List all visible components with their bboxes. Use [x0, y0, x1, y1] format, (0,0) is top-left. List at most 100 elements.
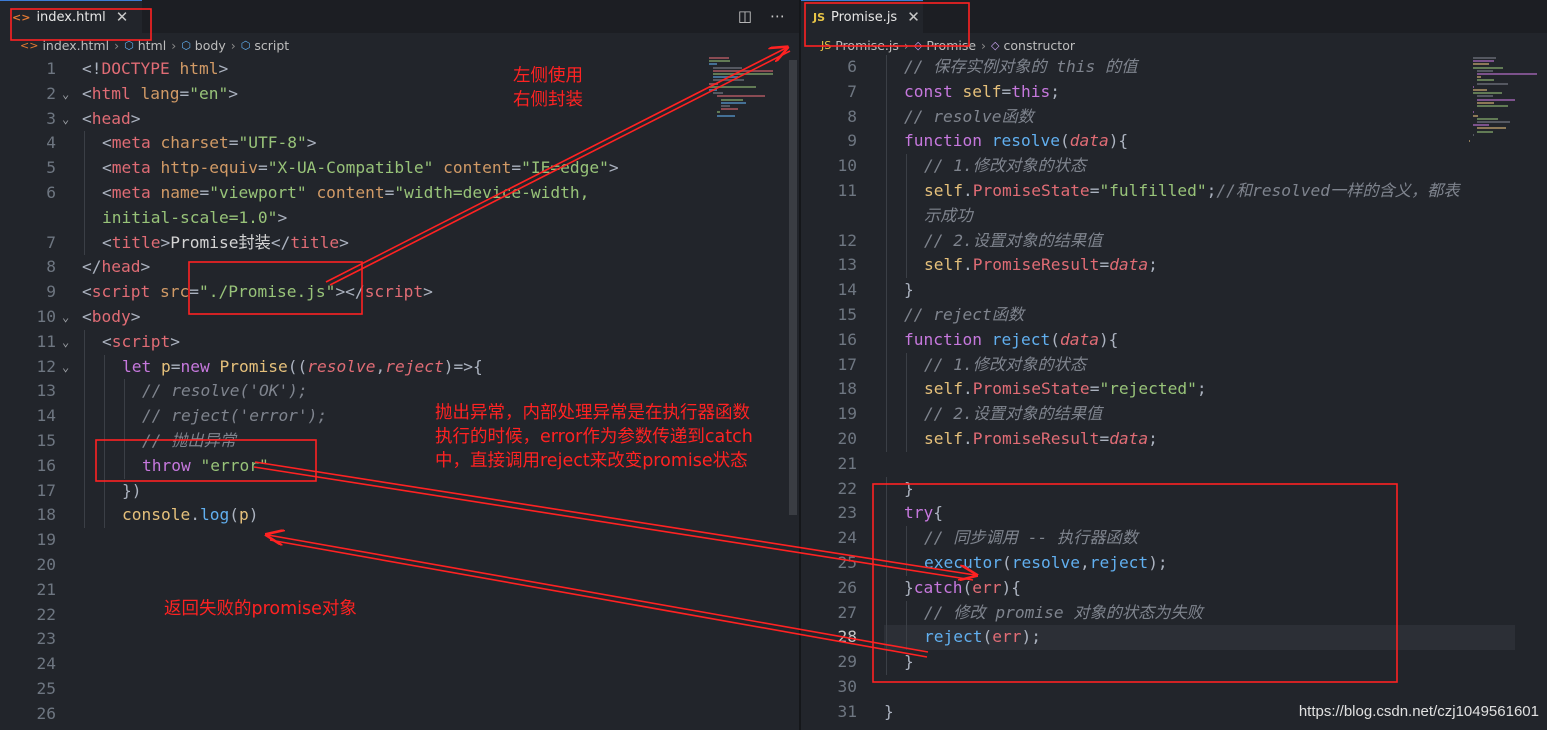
line-number: 11: [36, 331, 57, 351]
fold-chevron-icon[interactable]: ⌄: [62, 330, 69, 355]
scrollbar-left[interactable]: [789, 60, 797, 515]
line-number: 19: [837, 404, 858, 424]
code-token: resolve: [307, 356, 376, 376]
breadcrumb-item[interactable]: html: [138, 38, 166, 53]
more-actions-icon[interactable]: ⋯: [770, 7, 785, 25]
code-token: // reject函数: [904, 305, 1025, 324]
breadcrumb-item[interactable]: Promise: [926, 38, 976, 53]
code-line[interactable]: 28 reject(err);: [801, 625, 1547, 651]
code-line[interactable]: 18 self.PromiseState="rejected";: [801, 377, 1547, 403]
code-line[interactable]: 21: [801, 452, 1547, 477]
code-line[interactable]: 6 // 保存实例对象的 this 的值: [801, 55, 1547, 80]
code-line[interactable]: 19: [0, 528, 799, 553]
code-line[interactable]: 22: [0, 603, 799, 628]
code-line[interactable]: 12 ⌄ let p=new Promise((resolve,reject)=>{: [0, 354, 799, 380]
right-tab-bar: JS Promise.js ✕: [801, 0, 1547, 33]
code-line[interactable]: 20: [0, 553, 799, 578]
code-line[interactable]: 25 executor(resolve,reject);: [801, 551, 1547, 576]
code-token: meta: [111, 158, 151, 178]
code-line[interactable]: 19 // 2.设置对象的结果值: [801, 402, 1547, 427]
code-token: >: [130, 108, 141, 128]
indent-guide: [104, 429, 105, 454]
code-line[interactable]: 22}: [801, 476, 1547, 502]
code-line[interactable]: 8 // resolve函数: [801, 104, 1547, 130]
minimap-left[interactable]: [709, 57, 787, 457]
code-line[interactable]: 11 ⌄ <script>: [0, 329, 799, 355]
code-line[interactable]: 7 const self=this;: [801, 79, 1547, 105]
code-token: <: [82, 307, 92, 326]
code-line[interactable]: 23: [0, 627, 799, 652]
code-token: ){: [1108, 131, 1129, 151]
close-icon[interactable]: ✕: [116, 8, 129, 26]
fold-chevron-icon[interactable]: ⌄: [62, 107, 69, 132]
code-line[interactable]: 5 <meta http-equiv="X-UA-Compatible" cont…: [0, 156, 799, 181]
code-token: // 保存实例对象的 this 的值: [904, 57, 1138, 76]
line-number: 27: [837, 602, 858, 622]
breadcrumb-item[interactable]: script: [254, 38, 289, 53]
code-line[interactable]: 29}: [801, 650, 1547, 675]
minimap-line: [1477, 73, 1537, 75]
indent-guide: [906, 600, 907, 626]
minimap-right[interactable]: [1469, 57, 1547, 457]
code-line[interactable]: 4 <meta charset="UTF-8">: [0, 131, 799, 157]
code-line[interactable]: 26: [0, 702, 799, 727]
close-icon[interactable]: ✕: [907, 8, 920, 26]
code-line[interactable]: 11 self.PromiseState="fulfilled";//和resol…: [801, 179, 1547, 204]
code-line[interactable]: 13 self.PromiseResult=data;: [801, 253, 1547, 279]
code-token: PromiseState: [972, 379, 1090, 399]
code-line[interactable]: 示成功: [801, 203, 1547, 229]
code-line[interactable]: 26}catch(err){: [801, 575, 1547, 601]
code-line[interactable]: 1 <!DOCTYPE html>: [0, 57, 799, 82]
code-line[interactable]: 16 function reject(data){: [801, 327, 1547, 353]
code-token: ;: [1148, 255, 1158, 275]
code-token: http-equiv: [160, 158, 258, 178]
code-token: </: [82, 257, 102, 277]
code-line[interactable]: 17 // 1.修改对象的状态: [801, 352, 1547, 378]
code-token: catch: [913, 577, 963, 597]
breadcrumb-item[interactable]: Promise.js: [835, 38, 899, 53]
breadcrumb-item[interactable]: index.html: [42, 38, 109, 53]
fold-chevron-icon[interactable]: ⌄: [62, 355, 69, 380]
tab-promise-js[interactable]: JS Promise.js ✕: [801, 0, 923, 33]
fold-chevron-icon[interactable]: ⌄: [62, 82, 69, 107]
breadcrumb-item[interactable]: body: [195, 38, 226, 53]
code-line[interactable]: 15 // reject函数: [801, 303, 1547, 328]
code-line[interactable]: 20 self.PromiseResult=data;: [801, 427, 1547, 452]
code-line[interactable]: 24 // 同步调用 -- 执行器函数: [801, 526, 1547, 551]
code-line[interactable]: initial-scale=1.0">: [0, 205, 799, 231]
code-line[interactable]: 10 ⌄ <body>: [0, 305, 799, 330]
code-line[interactable]: 24: [0, 652, 799, 677]
code-line[interactable]: 23 try{: [801, 501, 1547, 527]
tab-index-html[interactable]: <> index.html ✕: [0, 0, 142, 33]
code-token: // 1.修改对象的状态: [924, 156, 1087, 176]
code-token: PromiseResult: [972, 429, 1100, 448]
code-line[interactable]: 30: [801, 675, 1547, 700]
code-line[interactable]: 12 // 2.设置对象的结果值: [801, 228, 1547, 254]
code-line[interactable]: 8 </head>: [0, 255, 799, 280]
code-editor-left[interactable]: 1 <!DOCTYPE html> 2 ⌄ <html lang="en"> 3 ⌄ <hea…: [0, 57, 799, 730]
code-line[interactable]: 10 // 1.修改对象的状态: [801, 154, 1547, 179]
code-token: >: [218, 59, 229, 78]
code-token: data: [1109, 429, 1149, 448]
code-line[interactable]: 7 <title>Promise封装</title>: [0, 230, 799, 256]
code-editor-right[interactable]: 6// 保存实例对象的 this 的值 7 const self=this; 8// …: [801, 55, 1547, 730]
code-line[interactable]: 17}): [0, 478, 799, 504]
code-line[interactable]: 27 // 修改 promise 对象的状态为失败: [801, 600, 1547, 626]
code-line[interactable]: 2 ⌄ <html lang="en">: [0, 82, 799, 107]
breadcrumb: JS Promise.js › ◇ Promise › ◇ constructor: [801, 33, 1547, 57]
code-line[interactable]: 6 <meta name="viewport" content="width=de…: [0, 181, 799, 206]
code-line[interactable]: 18 console.log(p): [0, 503, 799, 529]
code-line[interactable]: 9 function resolve(data){: [801, 129, 1547, 155]
code-line[interactable]: 3 ⌄ <head>: [0, 107, 799, 132]
breadcrumb-item[interactable]: constructor: [1004, 38, 1075, 53]
line-number: 7: [46, 232, 56, 252]
code-line[interactable]: 21: [0, 578, 799, 603]
code-line[interactable]: 25: [0, 677, 799, 702]
symbol-icon: ⬡: [240, 38, 251, 52]
split-editor-icon[interactable]: ◫: [738, 7, 752, 25]
code-line[interactable]: 14}: [801, 278, 1547, 303]
code-line[interactable]: 9 <script src="./Promise.js"></script>: [0, 280, 799, 305]
fold-chevron-icon[interactable]: ⌄: [62, 305, 69, 330]
code-token: );: [1148, 553, 1168, 572]
